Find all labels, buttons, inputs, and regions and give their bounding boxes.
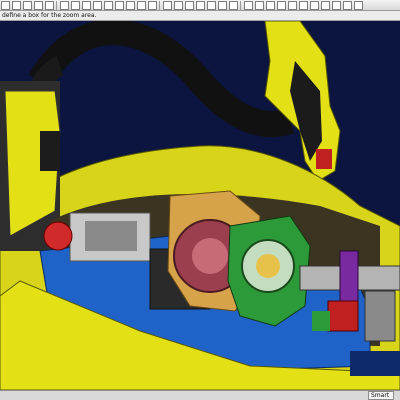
point-icon[interactable] <box>255 0 264 10</box>
select-arrow-icon[interactable] <box>1 0 10 10</box>
zoom-in-icon[interactable] <box>174 0 183 10</box>
main-toolbar <box>0 0 400 11</box>
grid-icon[interactable] <box>229 0 238 10</box>
toolbar-separator <box>240 0 242 10</box>
cad-viewport[interactable] <box>0 19 400 391</box>
view-right-icon[interactable] <box>82 0 91 10</box>
scale-icon[interactable] <box>332 0 341 10</box>
circle-icon[interactable] <box>310 0 319 10</box>
spline-icon[interactable] <box>288 0 297 10</box>
section-icon[interactable] <box>126 0 135 10</box>
view-front-icon[interactable] <box>60 0 69 10</box>
arc-icon[interactable] <box>321 0 330 10</box>
zoom-box-icon[interactable] <box>196 0 205 10</box>
zoom-window-icon[interactable] <box>12 0 21 10</box>
snap-icon[interactable] <box>244 0 253 10</box>
prompt-text: define a box for the zoom area. <box>2 12 97 19</box>
rotate-icon[interactable] <box>34 0 43 10</box>
help-icon[interactable] <box>354 0 363 10</box>
measure-icon[interactable] <box>137 0 146 10</box>
view-top-icon[interactable] <box>71 0 80 10</box>
command-prompt: define a box for the zoom area. <box>0 11 400 21</box>
edit-icon[interactable] <box>343 0 352 10</box>
toolbar-separator <box>56 0 58 10</box>
zoom-out-icon[interactable] <box>185 0 194 10</box>
refresh-icon[interactable] <box>207 0 216 10</box>
curve-icon[interactable] <box>299 0 308 10</box>
polyline-icon[interactable] <box>277 0 286 10</box>
show-icon[interactable] <box>163 0 172 10</box>
line-icon[interactable] <box>266 0 275 10</box>
layer-icon[interactable] <box>218 0 227 10</box>
toolbar-separator <box>159 0 161 10</box>
snap-mode-field[interactable]: Smart <box>368 391 394 400</box>
hide-icon[interactable] <box>148 0 157 10</box>
wireframe-icon[interactable] <box>115 0 124 10</box>
view-iso-icon[interactable] <box>93 0 102 10</box>
cad-model-render[interactable] <box>0 19 400 391</box>
snap-mode-label: Smart <box>371 392 390 399</box>
shading-icon[interactable] <box>104 0 113 10</box>
fit-all-icon[interactable] <box>45 0 54 10</box>
status-bar: Smart <box>0 390 400 400</box>
pan-icon[interactable] <box>23 0 32 10</box>
